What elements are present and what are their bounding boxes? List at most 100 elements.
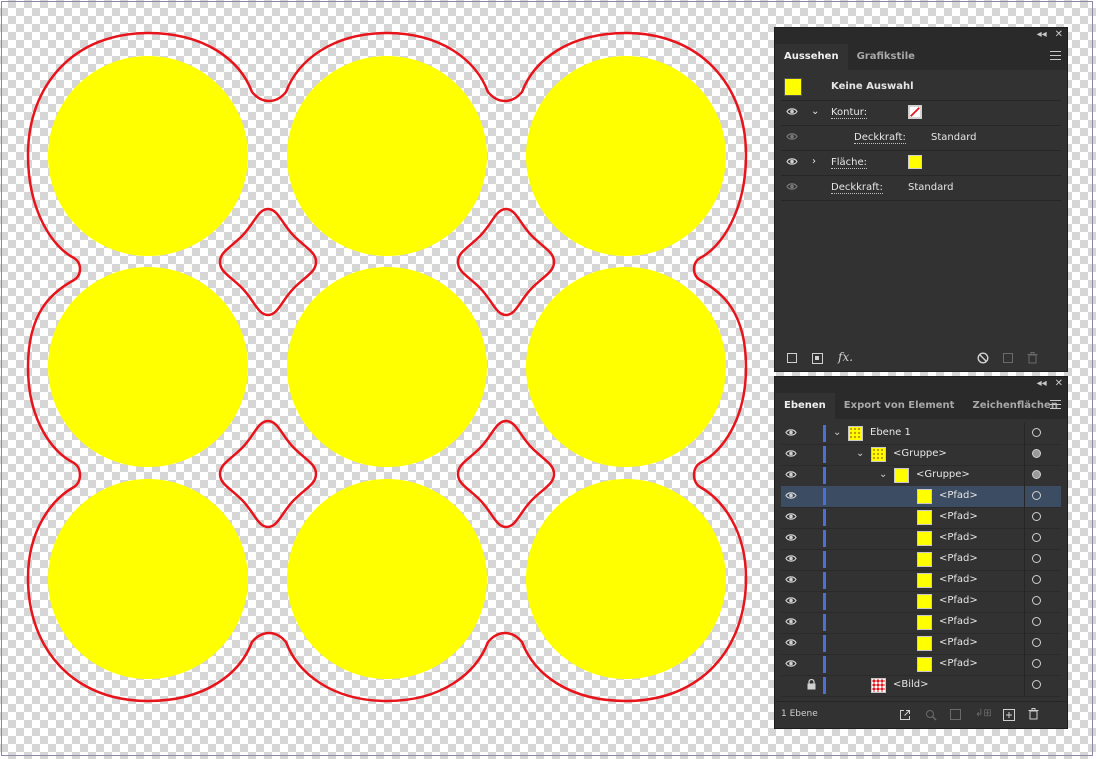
layer-name[interactable]: <Pfad> — [939, 490, 978, 501]
new-sublayer-icon[interactable]: ↲⊞ — [975, 708, 992, 719]
kontur-row[interactable]: ⌄ Kontur: — [781, 101, 1061, 126]
layer-name[interactable]: <Pfad> — [939, 595, 978, 606]
layer-name[interactable]: <Pfad> — [939, 616, 978, 627]
kontur-deckkraft-row[interactable]: Deckkraft: Standard — [781, 126, 1061, 151]
chevron-down-icon[interactable]: ⌄ — [879, 469, 887, 480]
eye-icon[interactable] — [785, 533, 797, 545]
export-icon[interactable] — [899, 709, 911, 721]
eye-icon[interactable] — [785, 638, 797, 650]
inner-hole-path[interactable] — [218, 207, 318, 317]
yellow-circle[interactable] — [526, 56, 726, 256]
flaeche-label[interactable]: Fläche: — [831, 157, 868, 169]
eye-icon[interactable] — [786, 107, 798, 116]
target-icon[interactable] — [1032, 575, 1041, 584]
layer-name[interactable]: <Bild> — [893, 679, 929, 690]
layer-row[interactable]: <Pfad> — [781, 591, 1061, 613]
layer-row[interactable]: ⌄ Ebene 1 — [781, 423, 1061, 445]
target-icon[interactable] — [1032, 638, 1041, 647]
yellow-circle[interactable] — [526, 479, 726, 679]
eye-icon[interactable] — [785, 617, 797, 629]
chevron-down-icon[interactable]: ⌄ — [811, 106, 819, 117]
delete-icon[interactable] — [1028, 708, 1039, 720]
kontur-deckkraft-label[interactable]: Deckkraft: — [854, 132, 906, 144]
layer-name[interactable]: <Gruppe> — [916, 469, 970, 480]
target-icon[interactable] — [1032, 659, 1041, 668]
target-icon[interactable] — [1032, 680, 1041, 689]
yellow-circle[interactable] — [48, 267, 248, 467]
inner-hole-path[interactable] — [218, 419, 318, 529]
yellow-circle[interactable] — [287, 479, 487, 679]
clear-appearance-icon[interactable] — [977, 352, 989, 364]
layer-row[interactable]: <Pfad> — [781, 633, 1061, 655]
yellow-circle[interactable] — [287, 267, 487, 467]
collapse-icon[interactable]: ◂◂ — [1037, 378, 1047, 389]
tab-grafikstile[interactable]: Grafikstile — [848, 44, 924, 70]
fill-swatch[interactable] — [908, 155, 922, 169]
panel-menu-icon[interactable] — [1050, 51, 1061, 61]
eye-icon[interactable] — [786, 182, 798, 191]
layer-name[interactable]: <Pfad> — [939, 511, 978, 522]
layer-name[interactable]: <Pfad> — [939, 658, 978, 669]
eye-icon[interactable] — [786, 157, 798, 166]
eye-icon[interactable] — [785, 470, 797, 482]
layer-row[interactable]: ⌄ <Gruppe> — [781, 444, 1061, 466]
chevron-down-icon[interactable]: ⌄ — [856, 448, 864, 459]
stroke-none-swatch[interactable] — [908, 105, 922, 119]
eye-icon[interactable] — [785, 554, 797, 566]
tab-export-von-element[interactable]: Export von Element — [835, 393, 964, 419]
target-icon[interactable] — [1032, 449, 1041, 458]
layer-name[interactable]: <Pfad> — [939, 532, 978, 543]
layer-row[interactable]: <Pfad> — [781, 549, 1061, 571]
tab-ebenen[interactable]: Ebenen — [775, 393, 835, 419]
new-layer-icon[interactable] — [1003, 709, 1015, 721]
layer-name[interactable]: Ebene 1 — [870, 427, 911, 438]
delete-icon[interactable] — [1027, 352, 1038, 364]
layer-row[interactable]: <Pfad> — [781, 654, 1061, 676]
target-icon[interactable] — [1032, 617, 1041, 626]
inner-hole-path[interactable] — [456, 419, 556, 529]
layer-name[interactable]: <Gruppe> — [893, 448, 947, 459]
eye-icon[interactable] — [785, 575, 797, 587]
chevron-right-icon[interactable]: › — [812, 156, 816, 167]
collapse-icon[interactable]: ◂◂ — [1037, 29, 1047, 40]
layer-name[interactable]: <Pfad> — [939, 637, 978, 648]
flaeche-row[interactable]: › Fläche: — [781, 151, 1061, 176]
close-icon[interactable]: ✕ — [1055, 378, 1063, 389]
locate-icon[interactable] — [925, 709, 937, 721]
target-icon[interactable] — [1032, 554, 1041, 563]
duplicate-icon[interactable] — [1003, 353, 1013, 363]
yellow-circle[interactable] — [48, 56, 248, 256]
layer-row[interactable]: ⌄ <Gruppe> — [781, 465, 1061, 487]
clipping-mask-icon[interactable] — [950, 709, 961, 720]
eye-icon[interactable] — [785, 449, 797, 461]
new-fill-icon[interactable] — [812, 353, 823, 364]
layer-name[interactable]: <Pfad> — [939, 574, 978, 585]
tab-aussehen[interactable]: Aussehen — [775, 44, 848, 70]
eye-icon[interactable] — [785, 491, 797, 503]
target-icon[interactable] — [1032, 533, 1041, 542]
target-icon[interactable] — [1032, 470, 1041, 479]
artwork[interactable] — [0, 0, 770, 759]
close-icon[interactable]: ✕ — [1055, 29, 1063, 40]
target-icon[interactable] — [1032, 491, 1041, 500]
lock-icon[interactable] — [807, 678, 816, 693]
yellow-circle[interactable] — [48, 479, 248, 679]
chevron-down-icon[interactable]: ⌄ — [833, 427, 841, 438]
panel-titlebar[interactable]: ◂◂ ✕ — [775, 377, 1067, 393]
deckkraft-label[interactable]: Deckkraft: — [831, 182, 883, 194]
fx-icon[interactable]: fx. — [838, 350, 853, 364]
eye-icon[interactable] — [785, 512, 797, 524]
inner-hole-path[interactable] — [456, 207, 556, 317]
layer-row[interactable]: <Pfad> — [781, 612, 1061, 634]
eye-icon[interactable] — [785, 659, 797, 671]
eye-icon[interactable] — [785, 596, 797, 608]
layer-name[interactable]: <Pfad> — [939, 553, 978, 564]
target-icon[interactable] — [1032, 596, 1041, 605]
eye-icon[interactable] — [786, 132, 798, 141]
yellow-circle[interactable] — [287, 56, 487, 256]
new-stroke-icon[interactable] — [787, 353, 797, 363]
eye-icon[interactable] — [785, 428, 797, 440]
kontur-label[interactable]: Kontur: — [831, 107, 868, 119]
target-icon[interactable] — [1032, 512, 1041, 521]
layer-row[interactable]: <Pfad> — [781, 570, 1061, 592]
